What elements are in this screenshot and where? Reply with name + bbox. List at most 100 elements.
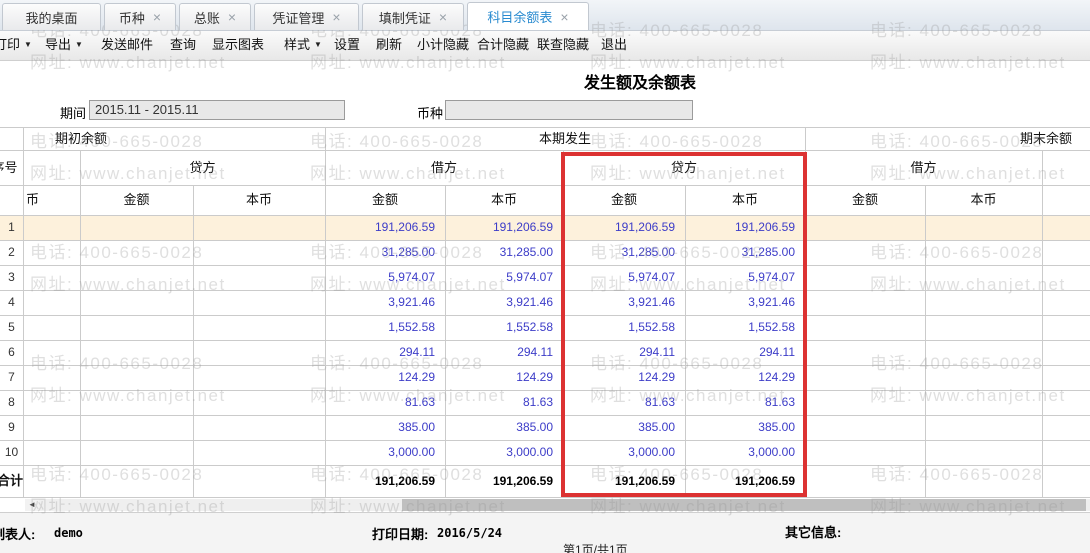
tab-close-icon[interactable]: × [153, 10, 161, 24]
cell-current_debit_amount[interactable]: 3,921.46 [325, 290, 445, 315]
cell-current_credit_base[interactable]: 124.29 [685, 365, 805, 390]
total-current_credit_base: 191,206.59 [685, 465, 805, 497]
column-header-amount: 金额 [805, 185, 925, 215]
tab-close-icon[interactable]: × [439, 10, 447, 24]
cell-current_credit_base[interactable]: 1,552.58 [685, 315, 805, 340]
tab-填制凭证[interactable]: 填制凭证 × [362, 3, 464, 30]
scroll-left-arrow-icon: ◄ [28, 500, 36, 509]
cell-current_credit_base[interactable]: 31,285.00 [685, 240, 805, 265]
cell-current_debit_base[interactable]: 81.63 [445, 390, 563, 415]
row-seq: 8 [0, 390, 23, 415]
tab-币种[interactable]: 币种 × [104, 3, 176, 30]
total-current_debit_amount: 191,206.59 [325, 465, 445, 497]
row-seq: 4 [0, 290, 23, 315]
cell-current_debit_base[interactable]: 3,921.46 [445, 290, 563, 315]
cell-current_debit_base[interactable]: 1,552.58 [445, 315, 563, 340]
cell-current_credit_amount[interactable]: 294.11 [563, 340, 685, 365]
row-seq: 1 [0, 215, 23, 240]
cell-current_credit_base[interactable]: 3,000.00 [685, 440, 805, 465]
column-header-base: 本币 [925, 185, 1042, 215]
total-label: 合计 [0, 465, 27, 497]
cell-current_credit_amount[interactable]: 1,552.58 [563, 315, 685, 340]
row-seq: 6 [0, 340, 23, 365]
cell-current_credit_amount[interactable]: 3,921.46 [563, 290, 685, 315]
column-header-currency: 币 [26, 185, 56, 215]
column-header-seq: 序号 [0, 150, 23, 185]
row-seq: 3 [0, 265, 23, 290]
cell-current_credit_base[interactable]: 385.00 [685, 415, 805, 440]
group-header-debit: 借方 [805, 150, 1042, 185]
section-header-current: 本期发生 [325, 127, 805, 150]
table-grid-vline [23, 127, 24, 497]
cell-current_debit_amount[interactable]: 191,206.59 [325, 215, 445, 240]
group-header-debit: 借方 [325, 150, 563, 185]
cell-current_debit_amount[interactable]: 385.00 [325, 415, 445, 440]
tab-科目余额表[interactable]: 科目余额表× [467, 2, 589, 30]
other-info-label: 其它信息: [785, 522, 841, 541]
cell-current_debit_amount[interactable]: 124.29 [325, 365, 445, 390]
tab-凭证管理[interactable]: 凭证管理 × [254, 3, 359, 30]
app-window: 我的桌面币种×总账×凭证管理×填制凭证×科目余额表× 打印▼导出▼发送邮件查询显… [0, 0, 1090, 553]
cell-current_credit_amount[interactable]: 3,000.00 [563, 440, 685, 465]
cell-current_credit_amount[interactable]: 31,285.00 [563, 240, 685, 265]
cell-current_debit_base[interactable]: 294.11 [445, 340, 563, 365]
row-seq: 7 [0, 365, 23, 390]
cell-current_debit_base[interactable]: 31,285.00 [445, 240, 563, 265]
row-seq: 10 [0, 440, 23, 465]
tab-label: 币种 [119, 8, 145, 27]
cell-current_debit_base[interactable]: 385.00 [445, 415, 563, 440]
cell-current_credit_base[interactable]: 5,974.07 [685, 265, 805, 290]
tab-总账[interactable]: 总账 × [179, 3, 251, 30]
cell-current_debit_amount[interactable]: 294.11 [325, 340, 445, 365]
group-header-credit: 贷方 [563, 150, 805, 185]
cell-current_debit_base[interactable]: 5,974.07 [445, 265, 563, 290]
tab-label: 填制凭证 [379, 8, 431, 27]
tab-close-icon[interactable]: × [332, 10, 340, 24]
table-grid-hline [0, 497, 1090, 498]
cell-current_credit_amount[interactable]: 81.63 [563, 390, 685, 415]
row-seq: 9 [0, 415, 23, 440]
tab-close-icon[interactable]: × [228, 10, 236, 24]
preparer-value: demo [54, 526, 83, 540]
table-grid-vline [925, 185, 926, 497]
total-current_credit_amount: 191,206.59 [563, 465, 685, 497]
cell-current_debit_base[interactable]: 124.29 [445, 365, 563, 390]
cell-current_credit_base[interactable]: 191,206.59 [685, 215, 805, 240]
cell-current_debit_base[interactable]: 191,206.59 [445, 215, 563, 240]
cell-current_credit_base[interactable]: 294.11 [685, 340, 805, 365]
section-header-ending: 期末余额 [1000, 127, 1090, 150]
group-header-credit: 贷方 [80, 150, 325, 185]
tab-label: 我的桌面 [25, 8, 77, 27]
column-header-amount: 金额 [325, 185, 445, 215]
cell-current_debit_amount[interactable]: 31,285.00 [325, 240, 445, 265]
cell-current_credit_base[interactable]: 3,921.46 [685, 290, 805, 315]
section-header-opening: 期初余额 [33, 127, 129, 150]
print-date-label: 打印日期: [372, 524, 428, 543]
horizontal-scrollbar-thumb[interactable] [402, 499, 1086, 511]
tab-label: 总账 [194, 8, 220, 27]
cell-current_debit_amount[interactable]: 3,000.00 [325, 440, 445, 465]
tab-label: 凭证管理 [272, 8, 324, 27]
page-indicator: 第1页/共1页 [563, 541, 628, 553]
preparer-label: 制表人: [0, 524, 35, 543]
scroll-left-button[interactable]: ◄ [25, 499, 39, 511]
cell-current_debit_amount[interactable]: 1,552.58 [325, 315, 445, 340]
cell-current_credit_amount[interactable]: 124.29 [563, 365, 685, 390]
row-seq: 2 [0, 240, 23, 265]
tab-close-icon[interactable]: × [560, 10, 568, 24]
cell-current_credit_amount[interactable]: 191,206.59 [563, 215, 685, 240]
row-seq: 5 [0, 315, 23, 340]
cell-current_credit_base[interactable]: 81.63 [685, 390, 805, 415]
print-date-value: 2016/5/24 [437, 526, 502, 540]
table-grid-vline [193, 185, 194, 497]
cell-current_debit_amount[interactable]: 5,974.07 [325, 265, 445, 290]
cell-current_debit_amount[interactable]: 81.63 [325, 390, 445, 415]
cell-current_credit_amount[interactable]: 385.00 [563, 415, 685, 440]
column-header-amount: 金额 [563, 185, 685, 215]
cell-current_credit_amount[interactable]: 5,974.07 [563, 265, 685, 290]
cell-current_debit_base[interactable]: 3,000.00 [445, 440, 563, 465]
column-header-base: 本币 [445, 185, 563, 215]
table-grid-vline [1042, 150, 1043, 497]
tab-我的桌面[interactable]: 我的桌面 [2, 3, 101, 30]
column-header-base: 本币 [685, 185, 805, 215]
